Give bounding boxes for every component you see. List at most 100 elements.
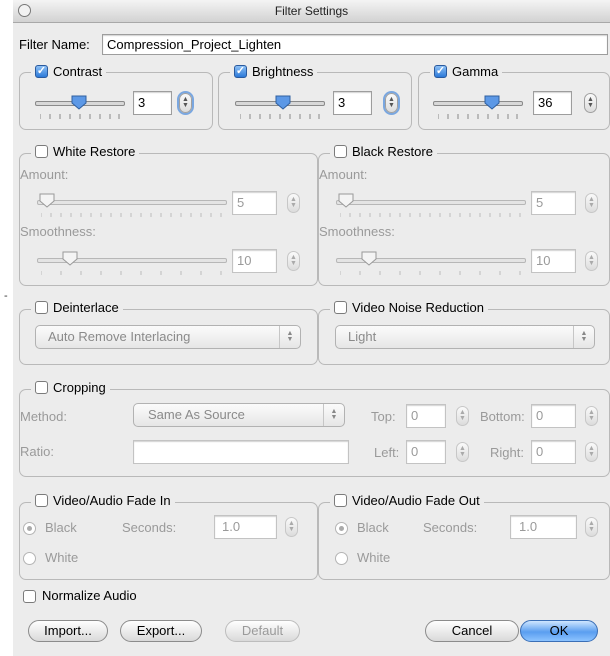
fade-in-checkbox[interactable] [35, 494, 48, 507]
gamma-value-field[interactable]: 36 [533, 91, 572, 115]
fade-in-seconds-stepper[interactable]: ▲ ▼ [285, 517, 298, 537]
black-smooth-field[interactable]: 10 [531, 249, 576, 273]
black-smooth-stepper[interactable]: ▲ ▼ [585, 251, 598, 271]
black-smooth-label: Smoothness: [319, 224, 395, 239]
white-smooth-label: Smoothness: [20, 224, 96, 239]
noise-checkbox[interactable] [334, 301, 347, 314]
noise-legend: Video Noise Reduction [330, 300, 489, 315]
crop-left-stepper[interactable]: ▲ ▼ [456, 442, 469, 462]
filter-name-field[interactable]: Compression_Project_Lighten [102, 34, 608, 55]
white-amount-ticks [41, 213, 222, 217]
fade-in-black-label: Black [45, 520, 77, 535]
crop-left-label: Left: [374, 445, 400, 460]
white-restore-checkbox[interactable] [35, 145, 48, 158]
filter-settings-window: Filter Settings Filter Name: Compression… [13, 0, 610, 656]
brightness-slider-thumb[interactable] [275, 95, 291, 110]
import-button[interactable]: Import... [28, 620, 108, 642]
white-amount-stepper[interactable]: ▲ ▼ [287, 193, 300, 213]
popup-arrows-icon: ▲ ▼ [323, 404, 344, 426]
crop-top-stepper[interactable]: ▲ ▼ [456, 406, 469, 426]
crop-ratio-field[interactable] [133, 440, 349, 464]
normalize-audio-label: Normalize Audio [42, 588, 137, 603]
cropping-checkbox[interactable] [35, 381, 48, 394]
crop-left-field[interactable]: 0 [406, 440, 446, 464]
fade-out-white-radio[interactable] [335, 552, 348, 565]
fade-out-legend: Video/Audio Fade Out [330, 493, 484, 508]
noise-popup[interactable]: Light ▲ ▼ [335, 325, 595, 349]
crop-right-stepper[interactable]: ▲ ▼ [585, 442, 598, 462]
black-amount-field[interactable]: 5 [531, 191, 576, 215]
white-smooth-stepper[interactable]: ▲ ▼ [287, 251, 300, 271]
fade-out-checkbox[interactable] [334, 494, 347, 507]
noise-option: Light [348, 329, 377, 344]
crop-right-label: Right: [490, 445, 524, 460]
brightness-label: Brightness [252, 64, 314, 79]
contrast-value-field[interactable]: 3 [133, 91, 172, 115]
crop-method-label: Method: [20, 409, 67, 424]
fade-out-seconds-stepper[interactable]: ▲ ▼ [585, 517, 598, 537]
fade-out-group [318, 502, 610, 580]
deinterlace-popup[interactable]: Auto Remove Interlacing ▲ ▼ [35, 325, 301, 349]
cancel-button[interactable]: Cancel [425, 620, 519, 642]
fade-out-seconds-field[interactable]: 1.0 [510, 515, 577, 539]
brightness-legend: ✓ Brightness [230, 64, 318, 79]
black-smooth-ticks [340, 271, 521, 275]
noise-label: Video Noise Reduction [352, 300, 485, 315]
black-restore-checkbox[interactable] [334, 145, 347, 158]
ok-button[interactable]: OK [520, 620, 598, 642]
brightness-stepper[interactable]: ▲ ▼ [385, 93, 398, 113]
crop-bottom-stepper[interactable]: ▲ ▼ [585, 406, 598, 426]
margin-dash: - [4, 290, 8, 302]
window-title: Filter Settings [274, 4, 349, 18]
fade-in-seconds-field[interactable]: 1.0 [214, 515, 277, 539]
white-smooth-thumb[interactable] [62, 251, 78, 266]
white-smooth-ticks [41, 271, 222, 275]
fade-in-group [19, 502, 318, 580]
gamma-slider-thumb[interactable] [484, 95, 500, 110]
default-button[interactable]: Default [225, 620, 300, 642]
gamma-legend: ✓ Gamma [430, 64, 503, 79]
crop-method-option: Same As Source [148, 407, 245, 422]
gamma-slider-track[interactable] [433, 101, 523, 106]
crop-top-field[interactable]: 0 [406, 404, 446, 428]
black-smooth-thumb[interactable] [361, 251, 377, 266]
fade-in-seconds-label: Seconds: [122, 520, 177, 535]
white-amount-thumb[interactable] [39, 193, 55, 208]
fade-out-black-radio[interactable] [335, 522, 348, 535]
brightness-value-field[interactable]: 3 [333, 91, 372, 115]
fade-in-black-radio[interactable] [23, 522, 36, 535]
white-amount-track[interactable] [37, 200, 227, 205]
fade-out-seconds-label: Seconds: [423, 520, 478, 535]
crop-right-field[interactable]: 0 [531, 440, 576, 464]
normalize-audio-checkbox[interactable] [23, 590, 36, 603]
deinterlace-checkbox[interactable] [35, 301, 48, 314]
black-amount-thumb[interactable] [338, 193, 354, 208]
crop-bottom-field[interactable]: 0 [531, 404, 576, 428]
contrast-legend: ✓ Contrast [31, 64, 107, 79]
gamma-stepper[interactable]: ▲ ▼ [584, 93, 597, 113]
deinterlace-option: Auto Remove Interlacing [48, 329, 191, 344]
contrast-slider-thumb[interactable] [71, 95, 87, 110]
brightness-ticks [240, 114, 320, 119]
gamma-checkbox[interactable]: ✓ [434, 65, 447, 78]
popup-arrows-icon: ▲ ▼ [573, 326, 594, 348]
contrast-stepper[interactable]: ▲ ▼ [179, 93, 192, 113]
filter-name-label: Filter Name: [19, 37, 90, 52]
deinterlace-label: Deinterlace [53, 300, 119, 315]
fade-in-label: Video/Audio Fade In [53, 493, 171, 508]
contrast-checkbox[interactable]: ✓ [35, 65, 48, 78]
black-amount-stepper[interactable]: ▲ ▼ [585, 193, 598, 213]
fade-in-white-radio[interactable] [23, 552, 36, 565]
export-button[interactable]: Export... [120, 620, 202, 642]
black-amount-track[interactable] [336, 200, 526, 205]
crop-method-popup[interactable]: Same As Source ▲ ▼ [133, 403, 345, 427]
white-restore-label: White Restore [53, 144, 136, 159]
gamma-ticks [438, 114, 518, 119]
white-restore-legend: White Restore [31, 144, 140, 159]
title-bar: Filter Settings [13, 0, 610, 23]
white-smooth-field[interactable]: 10 [232, 249, 277, 273]
fade-out-black-label: Black [357, 520, 389, 535]
white-amount-field[interactable]: 5 [232, 191, 277, 215]
brightness-checkbox[interactable]: ✓ [234, 65, 247, 78]
contrast-label: Contrast [53, 64, 103, 79]
